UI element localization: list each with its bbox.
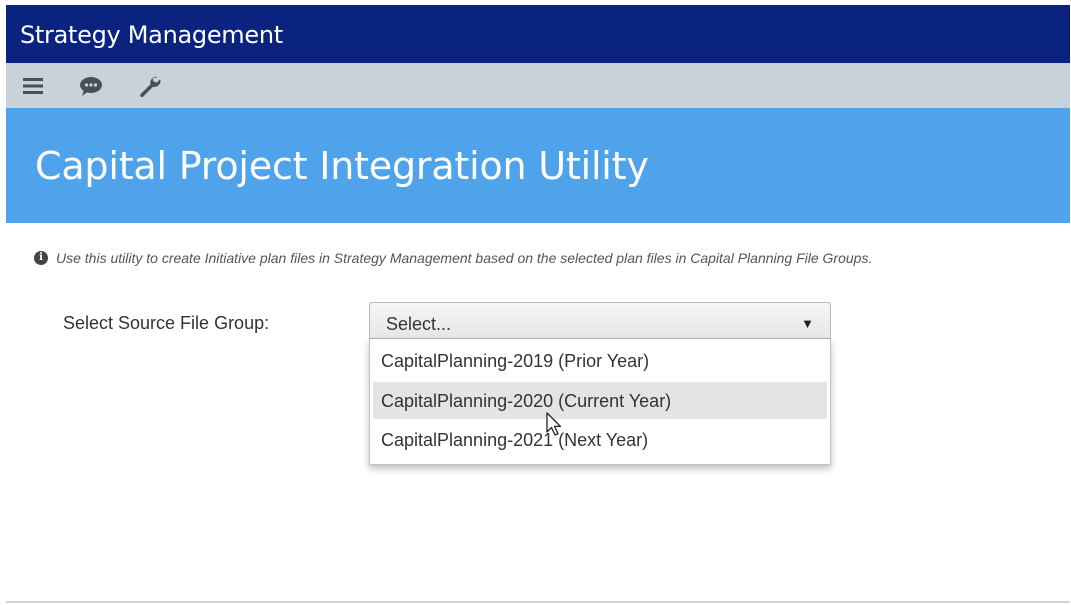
source-file-group-select[interactable]: Select... ▼ [369,302,831,339]
app-window: Strategy Management Capital Project Inte… [6,5,1070,603]
toolbar [6,63,1070,108]
menu-icon[interactable] [20,74,46,98]
caret-down-icon: ▼ [801,316,814,331]
source-file-group-label: Select Source File Group: [63,313,270,333]
chat-icon[interactable] [78,74,104,98]
bottom-divider [6,601,1070,603]
mouse-cursor-icon [546,412,566,438]
dropdown-option-2019[interactable]: CapitalPlanning-2019 (Prior Year) [373,342,827,379]
app-title: Strategy Management [20,21,283,49]
title-bar: Strategy Management [6,5,1070,63]
page-title: Capital Project Integration Utility [35,144,649,188]
select-current-value: Select... [386,314,452,334]
info-message: i Use this utility to create Initiative … [34,250,872,266]
info-icon: i [34,251,48,265]
dropdown-option-2020[interactable]: CapitalPlanning-2020 (Current Year) [373,382,827,419]
info-text: Use this utility to create Initiative pl… [56,250,873,266]
main-content: i Use this utility to create Initiative … [6,223,1070,601]
dropdown-list: CapitalPlanning-2019 (Prior Year) Capita… [369,339,831,465]
wrench-icon[interactable] [137,74,163,98]
dropdown-option-2021[interactable]: CapitalPlanning-2021 (Next Year) [373,421,827,458]
page-banner: Capital Project Integration Utility [6,108,1070,223]
